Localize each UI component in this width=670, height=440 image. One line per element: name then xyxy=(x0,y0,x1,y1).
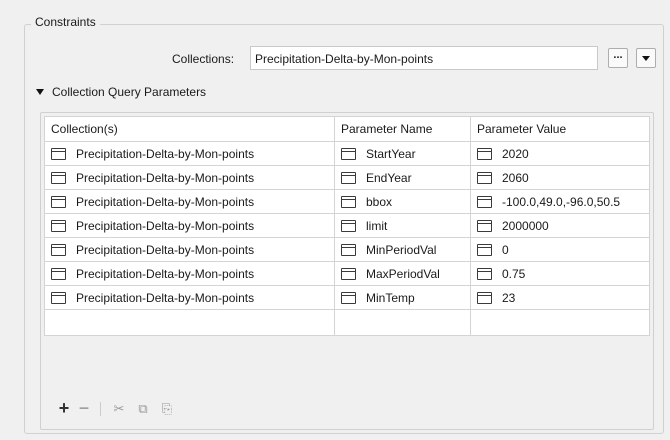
parameter-name-text: bbox xyxy=(366,194,393,209)
section-title: Collection Query Parameters xyxy=(52,85,207,99)
parameters-table: Collection(s) Parameter Name Parameter V… xyxy=(44,116,650,336)
value-field-icon xyxy=(477,291,492,304)
header-collections[interactable]: Collection(s) xyxy=(44,116,335,142)
constraints-title: Constraints xyxy=(31,15,100,29)
add-row-button[interactable]: + xyxy=(54,398,74,419)
collection-query-parameters-toggle[interactable]: Collection Query Parameters xyxy=(36,85,206,99)
parameter-field-icon xyxy=(341,195,356,208)
parameter-value-cell[interactable]: 0 xyxy=(470,237,650,262)
parameter-value-cell[interactable]: -100.0,49.0,-96.0,50.5 xyxy=(470,189,650,214)
parameter-name-text: StartYear xyxy=(366,146,416,161)
collection-text: Precipitation-Delta-by-Mon-points xyxy=(76,266,255,281)
collection-cell[interactable]: Precipitation-Delta-by-Mon-points xyxy=(44,141,335,166)
collection-field-icon xyxy=(51,291,66,304)
collection-text: Precipitation-Delta-by-Mon-points xyxy=(76,218,255,233)
parameter-value-cell[interactable]: 2020 xyxy=(470,141,650,166)
parameter-value-text: 23 xyxy=(502,290,516,305)
value-field-icon xyxy=(477,171,492,184)
table-row[interactable]: Precipitation-Delta-by-Mon-points bbox -… xyxy=(44,189,650,214)
table-row[interactable]: Precipitation-Delta-by-Mon-points MinTem… xyxy=(44,285,650,310)
collection-text: Precipitation-Delta-by-Mon-points xyxy=(76,290,255,305)
table-row[interactable]: Precipitation-Delta-by-Mon-points MaxPer… xyxy=(44,261,650,286)
parameter-name-cell[interactable]: limit xyxy=(334,213,471,238)
parameter-field-icon xyxy=(341,243,356,256)
table-row[interactable]: Precipitation-Delta-by-Mon-points StartY… xyxy=(44,141,650,166)
collection-text: Precipitation-Delta-by-Mon-points xyxy=(76,170,255,185)
collection-cell[interactable]: Precipitation-Delta-by-Mon-points xyxy=(44,213,335,238)
parameter-value-text: 0 xyxy=(502,242,509,257)
parameter-value-text: 2000000 xyxy=(502,218,549,233)
collection-cell[interactable]: Precipitation-Delta-by-Mon-points xyxy=(44,237,335,262)
parameter-name-cell[interactable]: bbox xyxy=(334,189,471,214)
table-row[interactable]: Precipitation-Delta-by-Mon-points limit … xyxy=(44,213,650,238)
parameter-name-text: MinTemp xyxy=(366,290,415,305)
toolbar-separator xyxy=(100,401,101,416)
parameter-name-cell[interactable]: EndYear xyxy=(334,165,471,190)
parameter-field-icon xyxy=(341,291,356,304)
value-field-icon xyxy=(477,147,492,160)
empty-parameter-name-cell[interactable] xyxy=(334,309,471,336)
parameter-value-text: 0.75 xyxy=(502,266,526,281)
value-field-icon xyxy=(477,195,492,208)
parameter-field-icon xyxy=(341,171,356,184)
collection-field-icon xyxy=(51,267,66,280)
collection-field-icon xyxy=(51,195,66,208)
parameter-name-cell[interactable]: MinPeriodVal xyxy=(334,237,471,262)
parameter-name-text: MinPeriodVal xyxy=(366,242,437,257)
value-field-icon xyxy=(477,267,492,280)
copy-icon[interactable]: ⧉ xyxy=(131,401,155,417)
remove-row-button[interactable]: − xyxy=(74,398,94,419)
collection-cell[interactable]: Precipitation-Delta-by-Mon-points xyxy=(44,165,335,190)
collection-cell[interactable]: Precipitation-Delta-by-Mon-points xyxy=(44,285,335,310)
collection-cell[interactable]: Precipitation-Delta-by-Mon-points xyxy=(44,261,335,286)
parameter-value-text: -100.0,49.0,-96.0,50.5 xyxy=(502,194,621,209)
empty-table-row[interactable] xyxy=(44,309,650,336)
paste-icon[interactable]: ⎘ xyxy=(155,401,179,417)
parameter-value-cell[interactable]: 0.75 xyxy=(470,261,650,286)
parameter-value-cell[interactable]: 2000000 xyxy=(470,213,650,238)
parameter-value-text: 2020 xyxy=(502,146,529,161)
parameter-field-icon xyxy=(341,219,356,232)
table-row[interactable]: Precipitation-Delta-by-Mon-points EndYea… xyxy=(44,165,650,190)
parameter-name-cell[interactable]: StartYear xyxy=(334,141,471,166)
collection-text: Precipitation-Delta-by-Mon-points xyxy=(76,242,255,257)
collection-field-icon xyxy=(51,219,66,232)
parameter-value-text: 2060 xyxy=(502,170,529,185)
collection-text: Precipitation-Delta-by-Mon-points xyxy=(76,194,255,209)
header-parameter-value[interactable]: Parameter Value xyxy=(470,116,650,142)
collection-text: Precipitation-Delta-by-Mon-points xyxy=(76,146,255,161)
collections-input[interactable]: Precipitation-Delta-by-Mon-points xyxy=(250,46,598,70)
collection-field-icon xyxy=(51,171,66,184)
parameter-value-cell[interactable]: 2060 xyxy=(470,165,650,190)
value-field-icon xyxy=(477,243,492,256)
empty-collection-cell[interactable] xyxy=(44,309,335,336)
collections-dropdown-button[interactable] xyxy=(636,48,656,68)
table-row[interactable]: Precipitation-Delta-by-Mon-points MinPer… xyxy=(44,237,650,262)
parameter-name-text: limit xyxy=(366,218,388,233)
parameter-value-cell[interactable]: 23 xyxy=(470,285,650,310)
table-header-row: Collection(s) Parameter Name Parameter V… xyxy=(44,116,650,142)
collections-label: Collections: xyxy=(172,52,235,66)
parameter-field-icon xyxy=(341,147,356,160)
value-field-icon xyxy=(477,219,492,232)
expand-triangle-icon xyxy=(36,89,44,95)
collection-field-icon xyxy=(51,147,66,160)
table-toolbar: + − ✂ ⧉ ⎘ xyxy=(54,398,179,419)
parameter-field-icon xyxy=(341,267,356,280)
collection-cell[interactable]: Precipitation-Delta-by-Mon-points xyxy=(44,189,335,214)
header-parameter-name[interactable]: Parameter Name xyxy=(334,116,471,142)
cut-icon[interactable]: ✂ xyxy=(107,401,131,417)
empty-parameter-value-cell[interactable] xyxy=(470,309,650,336)
parameter-name-cell[interactable]: MaxPeriodVal xyxy=(334,261,471,286)
collection-field-icon xyxy=(51,243,66,256)
browse-button[interactable]: ... xyxy=(608,48,628,68)
parameter-name-text: MaxPeriodVal xyxy=(366,266,440,281)
parameter-name-cell[interactable]: MinTemp xyxy=(334,285,471,310)
parameter-name-text: EndYear xyxy=(366,170,412,185)
